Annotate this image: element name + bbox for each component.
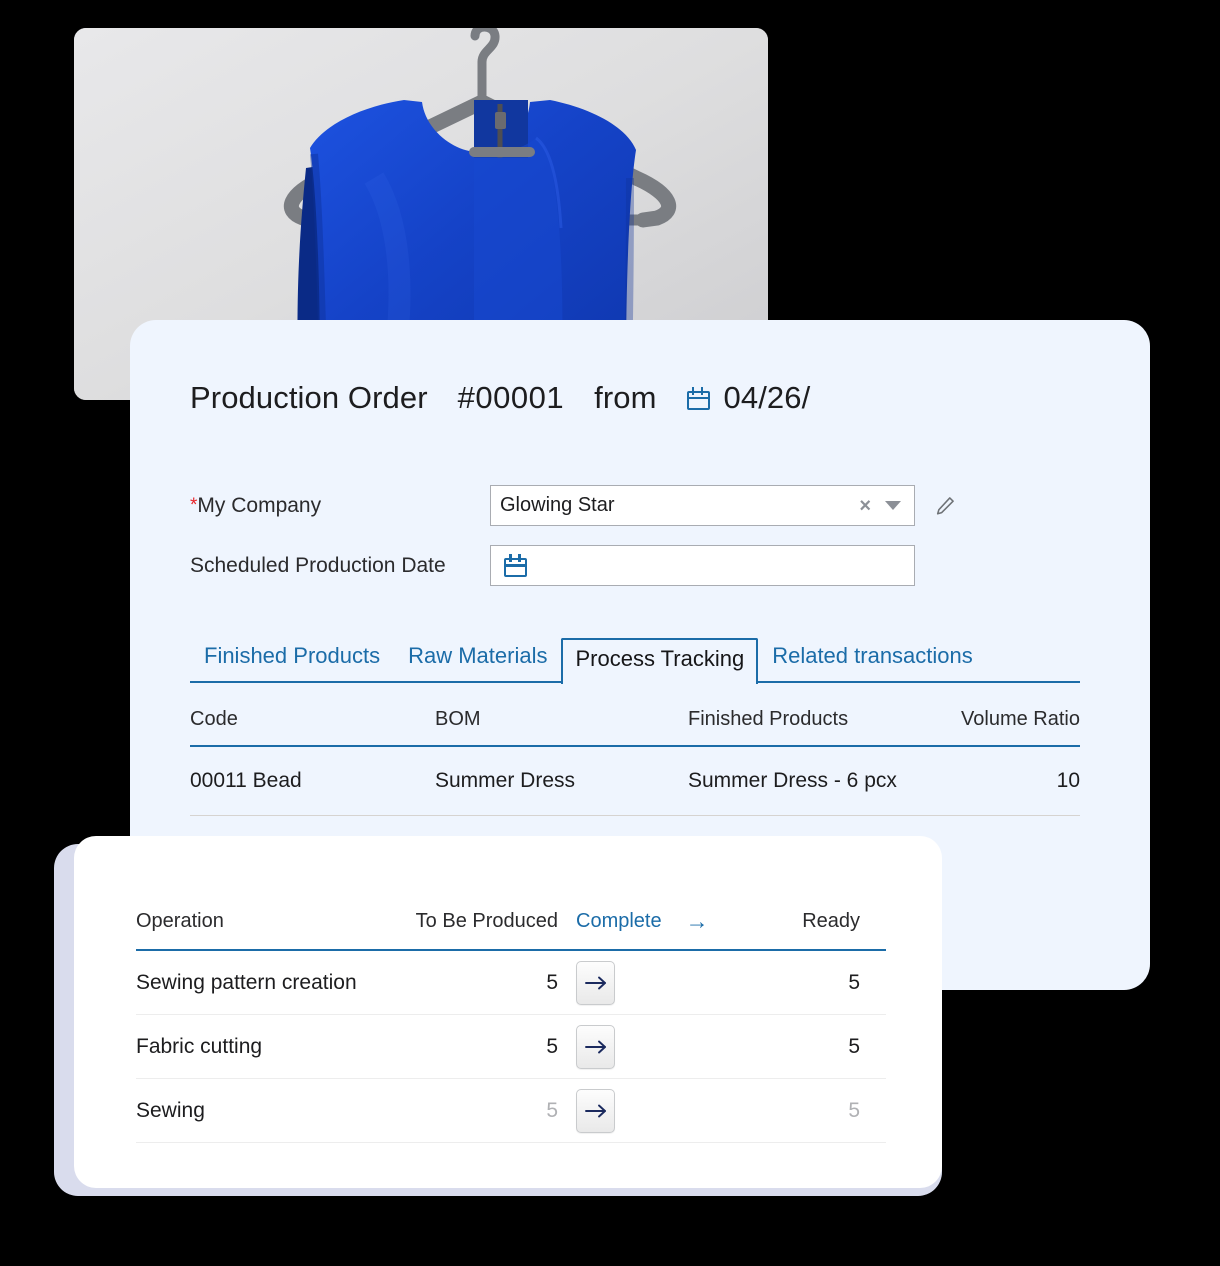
- column-header-code: Code: [190, 708, 238, 730]
- scheduled-production-date-row: Scheduled Production Date: [190, 545, 915, 586]
- table-row[interactable]: Fabric cutting 5 5: [136, 1015, 886, 1079]
- my-company-label-text: My Company: [197, 493, 322, 517]
- table-row[interactable]: 00011 Bead Summer Dress Summer Dress - 6…: [190, 747, 1080, 816]
- cell-ready: 5: [848, 1034, 860, 1058]
- from-label: from: [594, 380, 657, 415]
- complete-arrow-button[interactable]: [576, 960, 615, 1005]
- tab-finished-products[interactable]: Finished Products: [190, 643, 394, 681]
- tab-related-transactions[interactable]: Related transactions: [758, 643, 987, 681]
- page-title: Production Order #00001 from 04/26/: [190, 380, 810, 416]
- complete-label: Complete: [576, 910, 662, 932]
- calendar-icon: [686, 386, 710, 410]
- cell-to-be-produced: 5: [546, 970, 558, 994]
- operations-table-header: Operation To Be Produced Complete → Read…: [136, 910, 886, 951]
- cell-complete-action: [576, 960, 668, 1005]
- cell-bom: Summer Dress: [435, 769, 576, 792]
- scheduled-production-date-input[interactable]: [490, 545, 915, 586]
- column-header-operation: Operation: [136, 910, 224, 932]
- tab-process-tracking[interactable]: Process Tracking: [561, 637, 759, 684]
- complete-arrow-button[interactable]: [576, 1024, 615, 1069]
- operations-table: Operation To Be Produced Complete → Read…: [136, 910, 886, 1143]
- tab-bar: Finished Products Raw Materials Process …: [190, 635, 1080, 684]
- cell-complete-action: [576, 1088, 668, 1133]
- materials-table: Code BOM Finished Products Volume Ratio …: [190, 708, 1080, 816]
- table-row[interactable]: Sewing pattern creation 5 5: [136, 951, 886, 1015]
- order-number: #00001: [457, 380, 565, 415]
- chevron-down-icon[interactable]: [885, 501, 901, 510]
- table-row[interactable]: Sewing 5 5: [136, 1079, 886, 1143]
- cell-operation: Fabric cutting: [136, 1034, 263, 1058]
- complete-arrow-button[interactable]: [576, 1088, 615, 1133]
- cell-complete-action: [576, 1024, 668, 1069]
- column-header-ready: Ready: [802, 910, 860, 932]
- cell-ready: 5: [848, 1098, 860, 1122]
- my-company-input[interactable]: Glowing Star ×: [490, 485, 915, 526]
- my-company-label: *My Company: [190, 494, 490, 518]
- close-icon[interactable]: ×: [859, 496, 871, 516]
- arrow-right-icon: [584, 1040, 606, 1053]
- order-date: 04/26/: [723, 380, 811, 415]
- cell-finished-products: Summer Dress - 6 pcx: [688, 769, 897, 792]
- materials-table-header: Code BOM Finished Products Volume Ratio: [190, 708, 1080, 747]
- operations-card: Operation To Be Produced Complete → Read…: [74, 836, 942, 1188]
- column-header-complete[interactable]: Complete →: [576, 910, 709, 933]
- pencil-icon[interactable]: [934, 495, 956, 517]
- cell-to-be-produced: 5: [546, 1034, 558, 1058]
- column-header-to-be-produced: To Be Produced: [415, 910, 558, 932]
- page-title-text: Production Order: [190, 380, 428, 415]
- my-company-row: *My Company Glowing Star ×: [190, 485, 956, 526]
- column-header-finished-products: Finished Products: [688, 708, 849, 730]
- arrow-right-icon: [584, 976, 606, 989]
- arrow-right-icon: [584, 1104, 606, 1117]
- cell-operation: Sewing pattern creation: [136, 970, 357, 994]
- tab-raw-materials[interactable]: Raw Materials: [394, 643, 561, 681]
- column-header-volume-ratio: Volume Ratio: [961, 708, 1080, 730]
- cell-code: 00011 Bead: [190, 769, 302, 792]
- cell-ready: 5: [848, 970, 860, 994]
- scheduled-production-date-label: Scheduled Production Date: [190, 553, 446, 577]
- column-header-bom: BOM: [435, 708, 481, 730]
- cell-volume-ratio: 10: [1056, 769, 1080, 792]
- calendar-icon[interactable]: [504, 554, 527, 577]
- cell-operation: Sewing: [136, 1098, 205, 1122]
- my-company-value: Glowing Star: [500, 494, 615, 516]
- cell-to-be-produced: 5: [546, 1098, 558, 1122]
